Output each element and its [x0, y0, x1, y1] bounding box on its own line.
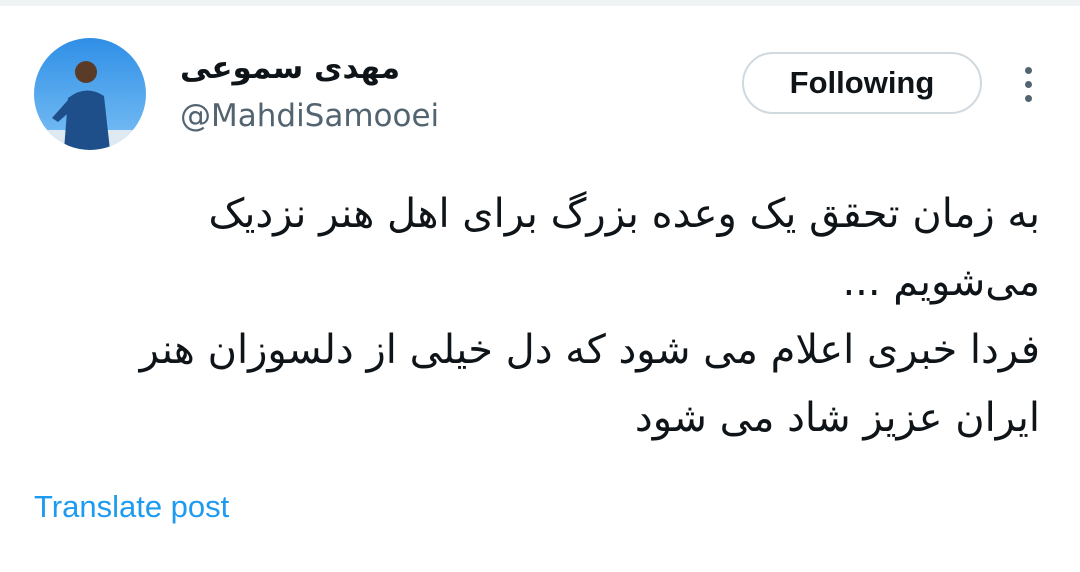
tweet-line: ایران عزیز شاد می شود [634, 395, 1040, 441]
dot [1024, 94, 1032, 102]
following-button[interactable]: Following [742, 52, 982, 114]
dot [1024, 80, 1032, 88]
more-vertical-icon[interactable] [1012, 62, 1044, 106]
tweet-text: به زمان تحقق یک وعده بزرگ برای اهل هنر ن… [100, 180, 1040, 452]
dot [1024, 66, 1032, 74]
avatar[interactable] [34, 38, 146, 150]
top-divider [0, 0, 1080, 6]
tweet-line: فردا خبری اعلام می شود که دل خیلی از دلس… [139, 327, 1040, 373]
translate-post-link[interactable]: Translate post [34, 485, 229, 529]
user-handle[interactable]: @MahdiSamooei [180, 94, 439, 138]
display-name[interactable]: مهدی سموعی [180, 44, 400, 92]
tweet-line: به زمان تحقق یک وعده بزرگ برای اهل هنر ن… [208, 191, 1040, 237]
tweet-line: می‌شویم ... [842, 259, 1040, 305]
